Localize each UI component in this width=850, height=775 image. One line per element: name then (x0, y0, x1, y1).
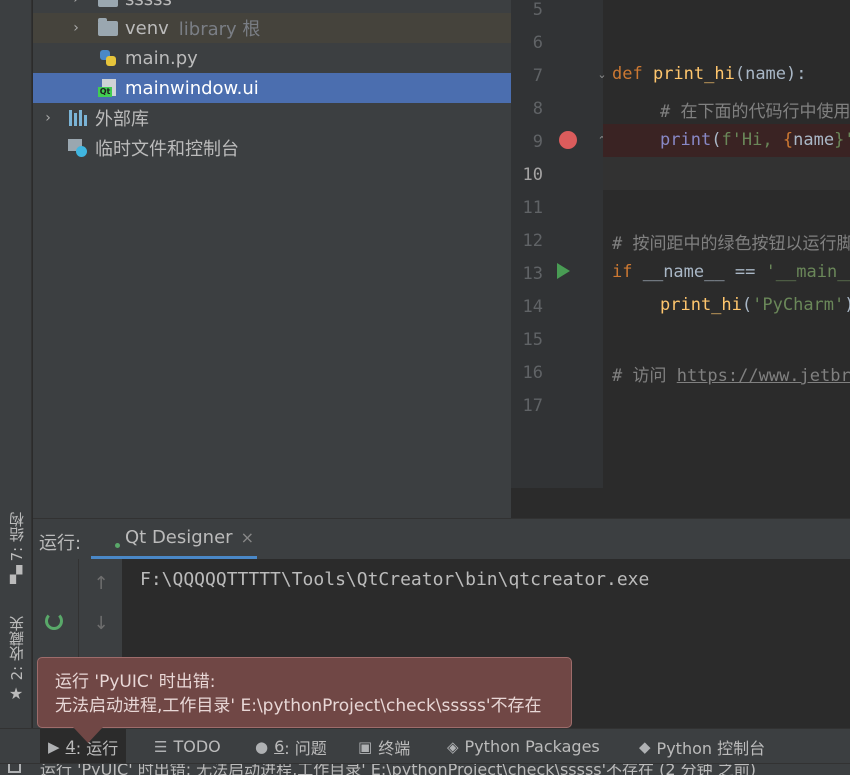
chevron-right-icon[interactable]: › (69, 0, 83, 7)
packages-icon: ◈ (447, 737, 459, 756)
tree-item-label: sssss (125, 0, 172, 10)
status-bar: 运行 'PyUIC' 时出错: 无法启动进程,工作目录' E:\pythonPr… (0, 763, 850, 775)
layout-toggle-icon[interactable] (8, 764, 21, 773)
chevron-right-icon[interactable]: › (41, 110, 55, 126)
python-file-icon (97, 49, 119, 67)
arrow-down-icon: ↓ (93, 612, 109, 634)
left-tool-strip: 7: 结构 ▞ 2: 收藏夹 ★ (0, 0, 32, 728)
tree-item-label: venv (125, 17, 169, 39)
rerun-icon (45, 612, 63, 630)
structure-tool-tab[interactable]: 7: 结构 ▞ (0, 512, 32, 584)
warning-icon: ● (255, 737, 269, 756)
list-icon: ☰ (154, 737, 168, 756)
line-number: 15 (522, 330, 543, 350)
tab-problems[interactable]: ● 6: 问题 (255, 729, 327, 764)
run-panel-title: 运行: (39, 533, 82, 554)
chevron-right-icon[interactable]: › (69, 20, 83, 36)
python-console-icon: ◆ (639, 737, 651, 756)
code-line-12: # 按间距中的绿色按钮以运行脚本。 (612, 234, 850, 254)
arrow-up-icon: ↑ (93, 572, 109, 594)
line-number: 8 (532, 99, 543, 119)
code-line-13: if __name__ == '__main__': (612, 262, 850, 282)
tree-item-label: main.py (125, 47, 198, 69)
tab-python-console[interactable]: ◆ Python 控制台 (639, 729, 765, 764)
run-gutter-icon[interactable] (557, 263, 570, 279)
code-line-8: # 在下面的代码行中使用断点来调试脚本。 (660, 102, 850, 122)
line-number: 10 (522, 165, 543, 185)
line-number: 9 (532, 132, 543, 152)
play-icon: ▶ (48, 737, 60, 756)
tree-item-external-libraries[interactable]: › 外部库 (33, 103, 511, 133)
help-link[interactable]: https://www.jetbrains.com/help/pycharm/ (677, 366, 850, 386)
line-number: 16 (522, 363, 543, 383)
favorites-tool-tab[interactable]: 2: 收藏夹 ★ (0, 616, 32, 703)
project-tree-panel: › sssss › venv library 根 main.py Qt main… (33, 0, 511, 518)
breakpoint-icon[interactable] (559, 131, 577, 149)
tree-item-scratches[interactable]: 临时文件和控制台 (33, 133, 511, 163)
star-icon: ★ (8, 684, 24, 704)
line-number: 13 (522, 264, 543, 284)
error-notification-balloon[interactable]: 运行 'PyUIC' 时出错: 无法启动进程,工作目录' E:\pythonPr… (37, 657, 572, 728)
line-number: 5 (532, 0, 543, 20)
folder-icon (97, 17, 119, 37)
console-output[interactable]: F:\QQQQQTTTTT\Tools\QtCreator\bin\qtcrea… (140, 569, 649, 590)
tree-item-label: 外部库 (95, 109, 149, 130)
terminal-icon: ▣ (358, 737, 373, 756)
status-message[interactable]: 运行 'PyUIC' 时出错: 无法启动进程,工作目录' E:\pythonPr… (40, 764, 756, 775)
scroll-down-button[interactable]: ↓ (87, 609, 115, 637)
line-number: 11 (522, 198, 543, 218)
code-area[interactable]: def print_hi(name): # 在下面的代码行中使用断点来调试脚本。… (603, 0, 850, 488)
line-number: 6 (532, 33, 543, 53)
tree-item-venv[interactable]: › venv library 根 (33, 13, 511, 43)
caret-line-highlight (603, 157, 850, 190)
tab-terminal[interactable]: ▣ 终端 (358, 729, 410, 764)
run-header: 运行: Qt Designer × (33, 519, 850, 559)
close-icon[interactable]: × (241, 528, 254, 547)
line-number: 12 (522, 231, 543, 251)
scratch-file-icon (67, 139, 89, 157)
code-line-16: # 访问 https://www.jetbrains.com/help/pych… (612, 361, 850, 386)
error-title: 运行 'PyUIC' 时出错: (55, 672, 216, 692)
favorites-tab-label: 2: 收藏夹 (7, 616, 26, 681)
tab-python-packages[interactable]: ◈ Python Packages (447, 729, 600, 764)
folder-icon (97, 0, 119, 8)
qt-ui-file-icon: Qt (97, 79, 119, 97)
code-editor[interactable]: 5 6 7 8 9 10 11 12 13 14 15 16 17 ⌄ ⌃ de… (511, 0, 850, 488)
tab-todo[interactable]: ☰ TODO (154, 729, 221, 764)
running-indicator-icon (115, 543, 120, 548)
line-number: 17 (522, 396, 543, 416)
editor-gutter[interactable]: 5 6 7 8 9 10 11 12 13 14 15 16 17 ⌄ ⌃ (511, 0, 607, 488)
editor-bottom-area (511, 488, 850, 518)
code-line-9: print(f'Hi, {name}') (660, 130, 850, 150)
run-tab-label: Qt Designer (125, 527, 233, 548)
tree-item-sssss[interactable]: › sssss (33, 0, 511, 14)
error-message: 无法启动进程,工作目录' E:\pythonProject\check\ssss… (55, 696, 542, 716)
tree-item-label: mainwindow.ui (125, 77, 259, 99)
line-number: 7 (532, 66, 543, 86)
scroll-up-button[interactable]: ↑ (87, 569, 115, 597)
code-line-7: def print_hi(name): (612, 64, 807, 84)
structure-icon: ▞ (9, 565, 23, 585)
bottom-tool-tabs: ▶ 4: 运行 ☰ TODO ● 6: 问题 ▣ 终端 ◈ Python Pac… (0, 728, 850, 764)
tree-item-mainwindow-ui[interactable]: Qt mainwindow.ui (33, 73, 511, 103)
rerun-button[interactable] (40, 607, 68, 635)
tree-item-main-py[interactable]: main.py (33, 43, 511, 73)
tab-qt-designer[interactable]: Qt Designer × (91, 519, 257, 559)
library-icon (67, 109, 89, 127)
line-number: 14 (522, 297, 543, 317)
code-line-14: print_hi('PyCharm') (660, 295, 850, 315)
structure-tab-label: 7: 结构 (7, 512, 26, 562)
tree-item-label: 临时文件和控制台 (95, 139, 239, 160)
balloon-pointer (73, 727, 103, 743)
library-root-label: library 根 (178, 19, 261, 40)
